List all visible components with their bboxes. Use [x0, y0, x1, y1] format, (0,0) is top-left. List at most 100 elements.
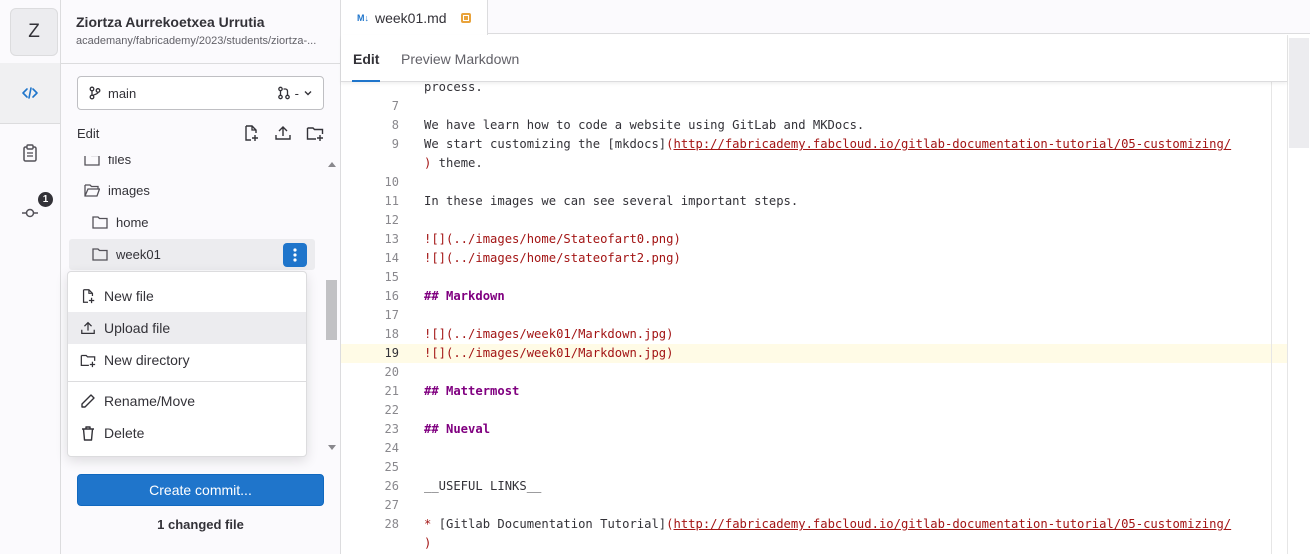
tree-item-label: files [108, 156, 132, 167]
code-line[interactable]: 27 [341, 496, 1287, 515]
changed-files-count: 1 changed file [157, 517, 244, 532]
code-line[interactable]: 8 We have learn how to code a website usi… [341, 116, 1287, 135]
folder-icon [92, 216, 108, 229]
code-line[interactable]: 22 [341, 401, 1287, 420]
folder-icon [92, 248, 108, 261]
tree-scroll-thumb[interactable] [326, 280, 337, 340]
file-tab-label: week01.md [375, 9, 447, 26]
line-text: ## Mattermost [424, 382, 519, 401]
tree-folder-week01[interactable]: week01 [92, 239, 161, 269]
new-directory-icon[interactable] [306, 124, 324, 142]
new-directory-icon [80, 354, 96, 368]
code-line[interactable]: 26 __USEFUL LINKS__ [341, 477, 1287, 496]
code-token: * [424, 517, 439, 531]
code-token[interactable]: http://fabricademy.fabcloud.io/gitlab-do… [673, 137, 1231, 151]
editor-scroll-thumb[interactable] [1289, 38, 1309, 148]
line-text: We have learn how to code a website usin… [424, 116, 864, 135]
kebab-icon [293, 248, 297, 262]
code-token: ) [424, 536, 432, 550]
code-line[interactable]: ) theme. [341, 154, 1287, 173]
folder-actions-button[interactable] [283, 243, 307, 267]
branch-name: main [108, 85, 137, 101]
menu-item-new-file[interactable]: New file [68, 280, 306, 312]
line-number: 22 [384, 403, 399, 417]
code-line[interactable]: ) [341, 534, 1287, 553]
code-line[interactable]: 19 ![](../images/week01/Markdown.jpg) [341, 344, 1287, 363]
tree-folder-images[interactable]: images [84, 175, 150, 205]
project-path[interactable]: academany/fabricademy/2023/students/zior… [76, 35, 326, 47]
code-line[interactable]: 21 ## Mattermost [341, 382, 1287, 401]
menu-item-label: Upload file [104, 320, 171, 336]
tree-folder-files[interactable]: files [84, 156, 131, 174]
editor-mode-tabs: Edit Preview Markdown [341, 35, 1287, 82]
folder-icon [84, 156, 100, 166]
upload-icon[interactable] [274, 124, 292, 142]
scroll-down-arrow[interactable] [328, 445, 336, 450]
code-line[interactable]: 23 ## Nueval [341, 420, 1287, 439]
code-line[interactable]: 13 ![](../images/home/Stateofart0.png) [341, 230, 1287, 249]
line-number: 21 [384, 384, 399, 398]
line-number: 12 [384, 213, 399, 227]
menu-item-new-directory[interactable]: New directory [68, 344, 306, 376]
commit-mode-button[interactable] [0, 183, 60, 243]
unsaved-changes-icon[interactable] [460, 12, 471, 23]
trash-icon [82, 426, 94, 441]
project-name[interactable]: Ziortza Aurrekoetxea Urrutia [76, 14, 265, 30]
code-line[interactable]: 14 ![](../images/home/stateofart2.png) [341, 249, 1287, 268]
code-token: ![](../images/home/Stateofart0.png) [424, 232, 681, 246]
code-line[interactable]: 17 [341, 306, 1287, 325]
code-token: ## Mattermost [424, 384, 520, 398]
edit-mode-button[interactable] [0, 63, 60, 123]
code-line[interactable]: 11 In these images we can see several imp… [341, 192, 1287, 211]
line-text: * [Gitlab Documentation Tutorial](http:/… [424, 515, 1231, 534]
code-line[interactable]: 16 ## Markdown [341, 287, 1287, 306]
code-line[interactable]: 25 [341, 458, 1287, 477]
line-number: 13 [384, 232, 399, 246]
changes-count-badge: 1 [38, 192, 53, 207]
code-line[interactable]: 12 [341, 211, 1287, 230]
code-line[interactable]: 28 * [Gitlab Documentation Tutorial](http… [341, 515, 1287, 534]
line-text: ![](../images/week01/Markdown.jpg) [424, 325, 673, 344]
tab-preview-markdown[interactable]: Preview Markdown [401, 35, 519, 82]
tab-edit[interactable]: Edit [351, 35, 381, 82]
menu-item-delete[interactable]: Delete [68, 417, 306, 449]
line-number: 24 [384, 441, 399, 455]
menu-item-upload-file[interactable]: Upload file [68, 312, 306, 344]
code-line[interactable]: 10 [341, 173, 1287, 192]
code-editor[interactable]: process. 7 8 We have learn how to code a we… [341, 78, 1287, 554]
code-line[interactable]: 15 [341, 268, 1287, 287]
branch-selector[interactable]: main - [77, 76, 324, 110]
line-text: ![](../images/home/Stateofart0.png) [424, 230, 681, 249]
code-token: [Gitlab Documentation Tutorial] [438, 517, 667, 531]
folder-open-icon [84, 184, 100, 197]
line-number: 9 [391, 137, 399, 151]
file-tab-week01[interactable]: M↓ week01.md [341, 0, 488, 35]
clipboard-icon [23, 144, 37, 162]
menu-item-rename-move[interactable]: Rename/Move [68, 385, 306, 417]
code-line[interactable]: 18 ![](../images/week01/Markdown.jpg) [341, 325, 1287, 344]
code-token: ![](../images/home/stateofart2.png) [424, 251, 681, 265]
menu-item-label: Rename/Move [104, 393, 196, 409]
tree-folder-home[interactable]: home [92, 207, 149, 237]
code-line[interactable]: 7 [341, 97, 1287, 116]
merge-request-selector[interactable]: - [277, 86, 313, 101]
line-number: 10 [384, 175, 399, 189]
code-token: ![](../images/week01/Markdown.jpg) [424, 327, 674, 341]
scroll-up-arrow[interactable] [328, 162, 336, 167]
code-line[interactable]: 24 [341, 439, 1287, 458]
code-token[interactable]: http://fabricademy.fabcloud.io/gitlab-do… [674, 517, 1232, 531]
project-avatar[interactable]: Z [10, 8, 58, 56]
line-text: In these images we can see several impor… [424, 192, 798, 211]
code-line[interactable]: 20 [341, 363, 1287, 382]
line-number: 16 [384, 289, 399, 303]
code-token: __USEFUL LINKS__ [424, 479, 542, 493]
new-file-icon[interactable] [242, 124, 260, 142]
menu-item-label: Delete [104, 425, 145, 441]
code-line[interactable]: 9 We start customizing the [mkdocs](http:… [341, 135, 1287, 154]
menu-divider [68, 381, 306, 382]
review-mode-button[interactable] [0, 123, 60, 183]
divider [61, 63, 341, 64]
markdown-icon: M↓ [357, 12, 369, 23]
create-commit-button[interactable]: Create commit... [77, 474, 324, 506]
folder-context-menu: New file Upload file New directory Renam… [67, 271, 307, 457]
